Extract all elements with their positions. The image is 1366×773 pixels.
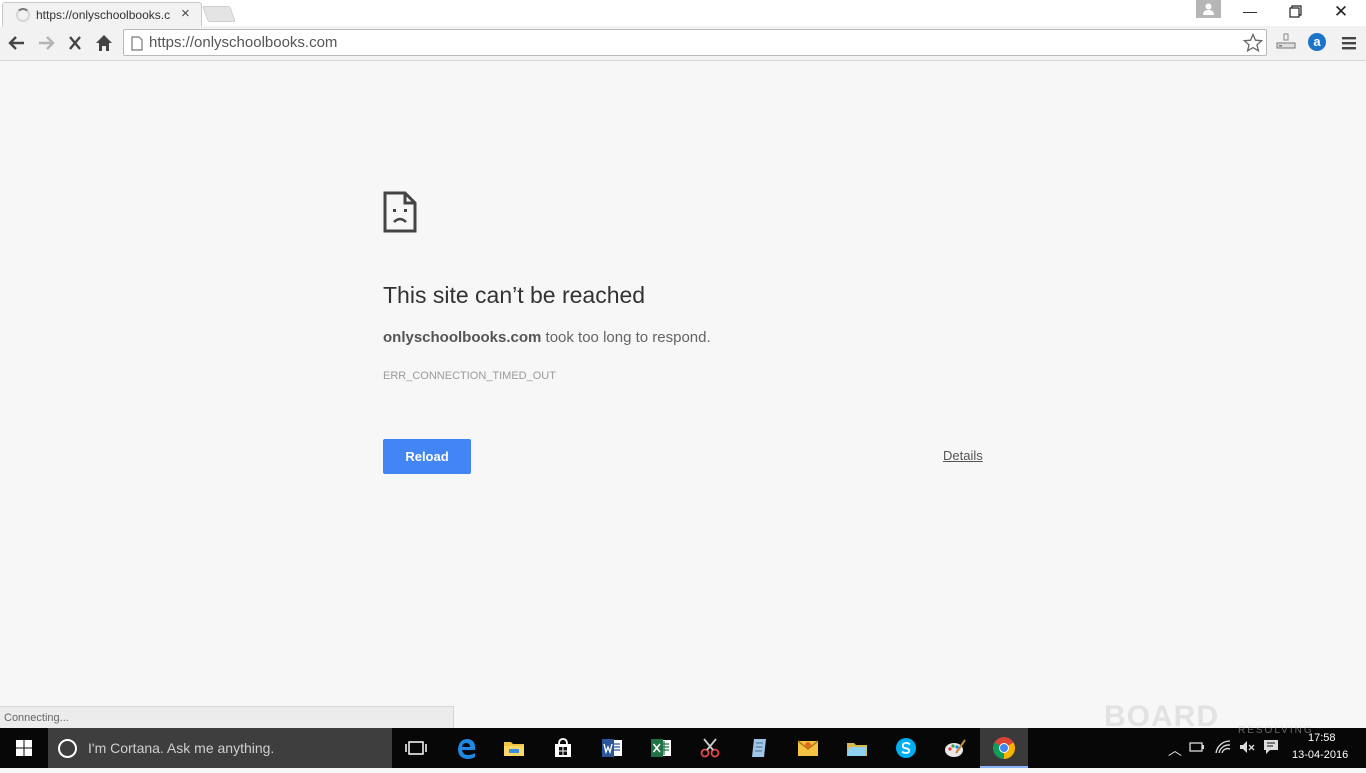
sad-page-icon <box>383 191 417 233</box>
window-restore-button[interactable] <box>1281 0 1309 24</box>
wifi-icon[interactable] <box>1214 738 1232 756</box>
power-icon[interactable] <box>1188 738 1206 756</box>
restore-icon <box>1289 5 1302 18</box>
loading-spinner-icon <box>16 8 30 22</box>
url-text[interactable]: https://onlyschoolbooks.com <box>149 34 337 51</box>
file-explorer-icon[interactable] <box>502 736 526 760</box>
browser-menu-icon[interactable] <box>1340 34 1358 52</box>
window-minimize-button[interactable]: — <box>1236 0 1264 24</box>
extension-a-icon[interactable]: a <box>1308 33 1326 51</box>
person-icon <box>1203 3 1214 15</box>
cortana-placeholder: I'm Cortana. Ask me anything. <box>88 740 275 756</box>
snipping-tool-icon[interactable] <box>698 736 722 760</box>
error-code: ERR_CONNECTION_TIMED_OUT <box>383 370 556 382</box>
task-view-icon[interactable] <box>404 736 428 760</box>
status-bubble: Connecting... <box>0 706 454 728</box>
reload-button[interactable]: Reload <box>383 439 471 474</box>
tab-title: https://onlyschoolbooks.c <box>36 8 171 22</box>
paint-icon[interactable] <box>943 736 967 760</box>
mail-app-icon[interactable] <box>796 736 820 760</box>
start-button[interactable] <box>0 728 48 768</box>
error-message: took too long to respond. <box>541 329 711 346</box>
home-icon[interactable] <box>93 32 115 54</box>
taskbar: I'm Cortana. Ask me anything. ︿ 17:58 13… <box>0 728 1366 768</box>
new-tab-button[interactable] <box>202 6 236 22</box>
extension-icon[interactable] <box>1276 32 1296 52</box>
stop-loading-icon[interactable] <box>64 32 86 54</box>
forward-arrow-icon[interactable] <box>35 32 57 54</box>
cortana-search-box[interactable]: I'm Cortana. Ask me anything. <box>48 728 392 768</box>
bookmark-star-icon[interactable] <box>1243 33 1263 53</box>
error-title: This site can’t be reached <box>383 282 646 308</box>
show-hidden-icons-icon[interactable]: ︿ <box>1168 740 1182 760</box>
volume-muted-icon[interactable] <box>1238 738 1256 756</box>
notifications-icon[interactable] <box>1262 738 1280 756</box>
back-arrow-icon[interactable] <box>6 32 28 54</box>
watermark-logo: BOARD <box>1104 700 1219 733</box>
watermark-subtext: RESOLVING <box>1238 725 1314 736</box>
address-bar[interactable]: https://onlyschoolbooks.com <box>123 29 1267 56</box>
details-link[interactable]: Details <box>943 448 983 463</box>
folder-icon[interactable] <box>845 736 869 760</box>
word-icon[interactable] <box>600 736 624 760</box>
clock-date[interactable]: 13-04-2016 <box>1292 749 1348 761</box>
error-description: onlyschoolbooks.com took too long to res… <box>383 329 711 346</box>
windows-logo-icon <box>16 740 32 756</box>
edge-browser-icon[interactable] <box>454 736 478 760</box>
title-bar: https://onlyschoolbooks.c × — ✕ <box>0 0 1366 26</box>
excel-icon[interactable] <box>649 736 673 760</box>
page-content: This site can’t be reached onlyschoolboo… <box>0 62 1366 728</box>
window-close-button[interactable]: ✕ <box>1326 0 1356 24</box>
page-icon <box>131 36 143 51</box>
tab-active[interactable]: https://onlyschoolbooks.c × <box>2 2 202 26</box>
skype-icon[interactable] <box>894 736 918 760</box>
notepad-icon[interactable] <box>747 736 771 760</box>
cortana-icon <box>58 739 77 758</box>
store-icon[interactable] <box>551 736 575 760</box>
browser-toolbar: https://onlyschoolbooks.com a <box>0 26 1366 61</box>
profile-button[interactable] <box>1196 0 1221 18</box>
chrome-icon <box>993 737 1015 759</box>
chrome-taskbar-button[interactable] <box>980 728 1028 768</box>
error-domain: onlyschoolbooks.com <box>383 329 542 346</box>
tab-close-icon[interactable]: × <box>181 5 190 23</box>
